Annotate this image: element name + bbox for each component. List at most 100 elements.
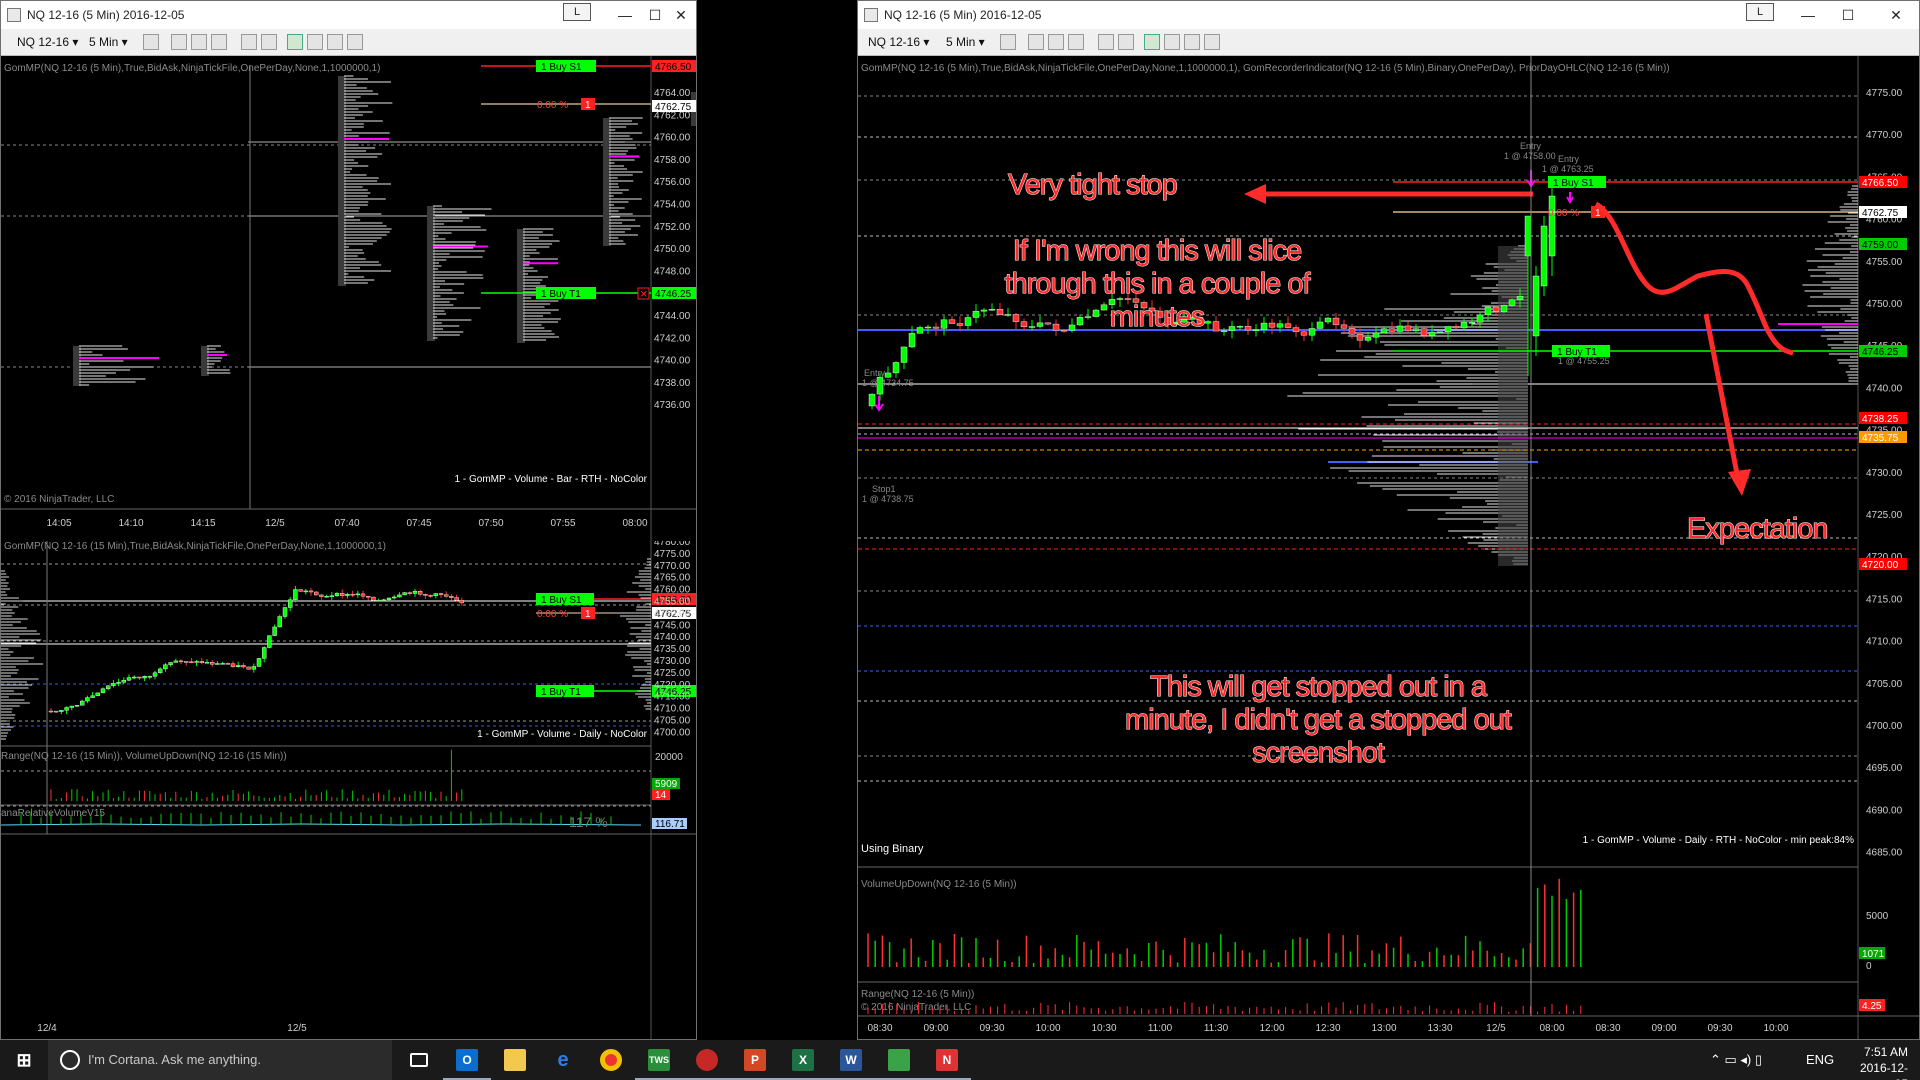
language-indicator[interactable]: ENG	[1806, 1052, 1834, 1067]
link-button[interactable]: L	[1746, 3, 1774, 21]
candle-body	[267, 635, 272, 648]
price-tick: 4760.00	[654, 585, 691, 596]
price-tick: 4754.00	[654, 200, 691, 211]
candle-body	[100, 688, 106, 694]
crosshair-icon[interactable]	[211, 34, 227, 50]
candle-body	[225, 663, 231, 665]
app-icon	[864, 8, 878, 22]
buy-t1-label: 1 Buy T1	[541, 289, 581, 300]
price-tick: 4745.00	[654, 620, 691, 631]
chart-trader-icon[interactable]	[287, 34, 303, 50]
left-top-price-axis: 4764.004762.004760.004758.004756.004754.…	[654, 88, 691, 411]
candle-body	[137, 676, 142, 679]
buy-s1-label: 1 Buy S1	[541, 595, 582, 606]
price-tick: 4720.00	[654, 680, 691, 691]
tws-icon[interactable]: TWS	[635, 1040, 683, 1080]
file-explorer-icon[interactable]	[491, 1040, 539, 1080]
candle-body	[209, 662, 215, 665]
app-icon[interactable]: N	[923, 1040, 971, 1080]
time-tick: 09:00	[923, 1023, 948, 1034]
price-tick: 4764.00	[654, 88, 691, 99]
interval-selector[interactable]: 5 Min ▾	[89, 34, 128, 51]
close-button[interactable]: ✕	[1876, 1, 1916, 29]
ninjatrader-icon[interactable]	[683, 1040, 731, 1080]
cortana-search[interactable]: I'm Cortana. Ask me anything.	[48, 1040, 392, 1080]
left-top-chart[interactable]: GomMP(NQ 12-16 (5 Min),True,BidAsk,Ninja…	[1, 56, 697, 541]
excel-icon[interactable]: X	[779, 1040, 827, 1080]
right-title-bar[interactable]: NQ 12-16 (5 Min) 2016-12-05 L — ☐ ✕	[858, 1, 1919, 29]
magnifier-icon[interactable]	[1118, 34, 1134, 50]
price-tick: 4755.00	[654, 597, 691, 608]
crosshair-icon[interactable]	[1068, 34, 1084, 50]
zoom-icon[interactable]	[1098, 34, 1114, 50]
word-icon[interactable]: W	[827, 1040, 875, 1080]
clock[interactable]: 7:51 AM 2016-12-05	[1848, 1044, 1908, 1080]
candle-body	[360, 593, 366, 597]
start-button[interactable]: ⊞	[0, 1040, 48, 1080]
candle-body	[142, 676, 147, 679]
chart-style-icon[interactable]	[1000, 34, 1016, 50]
right-chart-window[interactable]: NQ 12-16 (5 Min) 2016-12-05 L — ☐ ✕ NQ 1…	[857, 0, 1920, 1040]
screenshot-icon[interactable]	[1184, 34, 1200, 50]
candle-body	[230, 663, 236, 667]
candle-body	[178, 660, 184, 663]
time-tick: 07:40	[334, 518, 359, 529]
candle-body	[288, 599, 293, 608]
price-tick: 4750.00	[654, 244, 691, 255]
candle-body	[282, 607, 288, 617]
calculator-icon[interactable]	[875, 1040, 923, 1080]
magnifier-icon[interactable]	[261, 34, 277, 50]
properties-icon[interactable]	[347, 34, 363, 50]
candle-body	[157, 668, 163, 673]
interval-selector[interactable]: 5 Min ▾	[946, 34, 985, 51]
right-range-badge-text: 4.25	[1862, 1001, 1882, 1012]
drawing-tool-icon[interactable]	[1028, 34, 1044, 50]
drawing-tool-icon[interactable]	[171, 34, 187, 50]
chart-style-icon[interactable]	[143, 34, 159, 50]
minimize-button[interactable]: —	[1788, 1, 1828, 29]
candle-body	[1548, 195, 1556, 257]
price-tick: 4775.00	[1866, 88, 1903, 99]
screenshot-icon[interactable]	[327, 34, 343, 50]
price-tick: 4765.00	[654, 573, 691, 584]
data-box-icon[interactable]	[307, 34, 323, 50]
pencil-icon[interactable]	[191, 34, 207, 50]
edge-icon[interactable]: e	[539, 1040, 587, 1080]
instrument-selector[interactable]: NQ 12-16 ▾	[17, 34, 78, 51]
candle-body	[1364, 337, 1372, 341]
annotation-stopped-out: This will get stopped out in a minute, I…	[1098, 671, 1538, 770]
taskbar: ⊞ I'm Cortana. Ask me anything. O e TWS …	[0, 1040, 1920, 1080]
time-tick: 12/5	[287, 1023, 307, 1034]
link-button[interactable]: L	[563, 3, 591, 21]
cortana-icon	[60, 1050, 80, 1070]
candle-body	[433, 593, 438, 597]
left-chart-window[interactable]: NQ 12-16 (5 Min) 2016-12-05 L — ☐ ✕ NQ 1…	[0, 0, 697, 1040]
task-view-icon[interactable]	[395, 1040, 443, 1080]
price-tick: 4715.00	[1866, 594, 1903, 605]
time-tick: 11:30	[1204, 1023, 1229, 1034]
left-bottom-rel-pct: 117 %	[569, 814, 608, 830]
candle-body	[1500, 304, 1508, 312]
maximize-button[interactable]: ☐	[1828, 1, 1868, 29]
time-tick: 12:30	[1315, 1023, 1340, 1034]
left-title-bar[interactable]: NQ 12-16 (5 Min) 2016-12-05 L — ☐ ✕	[1, 1, 696, 29]
powerpoint-icon[interactable]: P	[731, 1040, 779, 1080]
system-tray-icons[interactable]: ⌃ ▭ ◂) ▯	[1710, 1052, 1762, 1068]
pencil-icon[interactable]	[1048, 34, 1064, 50]
left-bottom-chart[interactable]: GomMP(NQ 12-16 (15 Min),True,BidAsk,Ninj…	[1, 541, 697, 1040]
instrument-selector[interactable]: NQ 12-16 ▾	[868, 34, 929, 51]
chrome-icon[interactable]	[587, 1040, 635, 1080]
outlook-icon[interactable]: O	[443, 1040, 491, 1080]
time-tick: 12/5	[1486, 1023, 1506, 1034]
profile-shade	[427, 206, 435, 341]
properties-icon[interactable]	[1204, 34, 1220, 50]
data-box-icon[interactable]	[1164, 34, 1180, 50]
time-tick: 10:30	[1091, 1023, 1116, 1034]
annotation-stopped-line-1: This will get stopped out in a	[1150, 671, 1488, 704]
right-chart[interactable]: GomMP(NQ 12-16 (5 Min),True,BidAsk,Ninja…	[858, 56, 1920, 1040]
zoom-icon[interactable]	[241, 34, 257, 50]
price-tick: 4705.00	[654, 716, 691, 727]
close-button[interactable]: ✕	[665, 1, 696, 29]
chart-trader-icon[interactable]	[1144, 34, 1160, 50]
candle-body	[215, 663, 220, 665]
